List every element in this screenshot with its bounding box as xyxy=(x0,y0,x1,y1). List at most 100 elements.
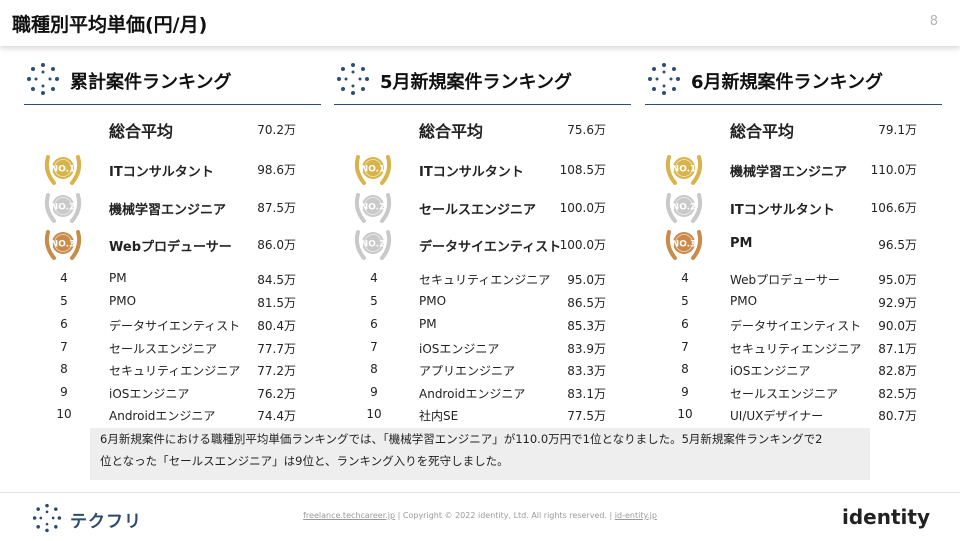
job-title: セールスエンジニア xyxy=(419,203,537,218)
job-title: セキュリティエンジニア xyxy=(109,364,241,378)
average-price: 84.5万 xyxy=(257,273,296,287)
job-title: ITコンサルタント xyxy=(419,165,524,180)
average-price: 80.4万 xyxy=(257,319,296,333)
column-header: 累計案件ランキング xyxy=(24,58,321,105)
laurel-medal-icon: NO.2 xyxy=(352,187,394,227)
rank-number: 7 xyxy=(370,340,378,354)
average-price: 100.0万 xyxy=(559,201,606,215)
column-header: 6月新規案件ランキング xyxy=(645,58,942,105)
average-price: 77.7万 xyxy=(257,342,296,356)
average-label: 総合平均 xyxy=(730,122,795,141)
svg-text:NO.2: NO.2 xyxy=(361,203,386,213)
laurel-medal-icon: NO.1 xyxy=(663,149,705,189)
average-value: 79.1万 xyxy=(878,123,917,137)
copyright-line: freelance.techcareer.jp | Copyright © 20… xyxy=(0,511,960,520)
average-price: 76.2万 xyxy=(257,387,296,401)
rank-number: 4 xyxy=(60,271,68,285)
average-price: 83.1万 xyxy=(567,387,606,401)
svg-text:NO.2: NO.2 xyxy=(361,240,386,250)
rank-number: 10 xyxy=(677,407,693,421)
svg-text:NO.2: NO.2 xyxy=(672,203,697,213)
average-price: 110.0万 xyxy=(870,163,917,177)
job-title: PMO xyxy=(730,294,758,308)
summary-note-line-2: 位となった「セールスエンジニア」は9位と、ランキング入りを死守しました。 xyxy=(100,454,509,468)
job-title: データサイエンティスト xyxy=(730,319,862,333)
dotted-circle-icon xyxy=(336,62,370,96)
job-title: PM xyxy=(109,271,127,285)
job-title: ITコンサルタント xyxy=(730,203,835,218)
job-title: データサイエンティスト xyxy=(419,240,562,255)
svg-text:NO.2: NO.2 xyxy=(51,203,76,213)
laurel-medal-icon: NO.3 xyxy=(663,224,705,264)
job-title: 機械学習エンジニア xyxy=(109,203,227,218)
rank-number: 6 xyxy=(681,317,689,331)
average-value: 75.6万 xyxy=(567,123,606,137)
average-price: 74.4万 xyxy=(257,409,296,423)
page-title: 職種別平均単価(円/月) xyxy=(12,14,208,36)
rank-number: 7 xyxy=(681,340,689,354)
laurel-medal-icon: NO.3 xyxy=(42,224,84,264)
rank-number: 8 xyxy=(681,362,689,376)
average-price: 80.7万 xyxy=(878,409,917,423)
average-label: 総合平均 xyxy=(109,122,174,141)
rank-number: 4 xyxy=(681,271,689,285)
average-price: 98.6万 xyxy=(257,163,296,177)
svg-text:NO.1: NO.1 xyxy=(51,165,76,175)
slide-header: 職種別平均単価(円/月) 8 xyxy=(0,0,960,46)
average-price: 83.3万 xyxy=(567,364,606,378)
average-price: 95.0万 xyxy=(567,273,606,287)
copyright-text: | Copyright © 2022 identity, Ltd. All ri… xyxy=(395,511,615,520)
rank-number: 6 xyxy=(370,317,378,331)
rank-number: 4 xyxy=(370,271,378,285)
job-title: ITコンサルタント xyxy=(109,165,214,180)
job-title: 機械学習エンジニア xyxy=(730,165,848,180)
rank-number: 9 xyxy=(370,385,378,399)
laurel-medal-icon: NO.1 xyxy=(42,149,84,189)
svg-text:NO.3: NO.3 xyxy=(51,240,76,250)
summary-note-line-1: 6月新規案件における職種別平均単価ランキングでは、「機械学習エンジニア」が110… xyxy=(100,432,823,446)
svg-text:NO.1: NO.1 xyxy=(361,165,386,175)
rank-number: 8 xyxy=(370,362,378,376)
job-title: iOSエンジニア xyxy=(109,387,190,401)
average-price: 87.5万 xyxy=(257,201,296,215)
average-price: 82.8万 xyxy=(878,364,917,378)
job-title: セキュリティエンジニア xyxy=(419,273,551,287)
column-title: 5月新規案件ランキング xyxy=(380,72,572,93)
job-title: Webプロデューサー xyxy=(730,273,840,287)
ranking-column-3: 6月新規案件ランキング総合平均 79.1万 NO.1 機械学習エンジニア 110.0万 N… xyxy=(645,58,945,428)
column-title: 累計案件ランキング xyxy=(70,72,232,93)
laurel-medal-icon: NO.1 xyxy=(352,149,394,189)
dotted-circle-icon xyxy=(26,62,60,96)
average-price: 86.0万 xyxy=(257,238,296,252)
job-title: iOSエンジニア xyxy=(419,342,500,356)
job-title: PM xyxy=(419,317,437,331)
average-price: 86.5万 xyxy=(567,296,606,310)
column-title: 6月新規案件ランキング xyxy=(691,72,883,93)
average-price: 87.1万 xyxy=(878,342,917,356)
rank-number: 9 xyxy=(60,385,68,399)
laurel-medal-icon: NO.2 xyxy=(663,187,705,227)
job-title: Webプロデューサー xyxy=(109,240,232,255)
rank-number: 5 xyxy=(60,294,68,308)
average-price: 85.3万 xyxy=(567,319,606,333)
rank-number: 5 xyxy=(370,294,378,308)
job-title: 社内SE xyxy=(419,409,459,423)
average-price: 90.0万 xyxy=(878,319,917,333)
average-price: 81.5万 xyxy=(257,296,296,310)
rank-number: 6 xyxy=(60,317,68,331)
rank-number: 8 xyxy=(60,362,68,376)
identity-logo: identity xyxy=(842,505,930,529)
summary-note: 6月新規案件における職種別平均単価ランキングでは、「機械学習エンジニア」が110… xyxy=(90,428,870,480)
svg-text:NO.1: NO.1 xyxy=(672,165,697,175)
laurel-medal-icon: NO.2 xyxy=(42,187,84,227)
page-number: 8 xyxy=(929,14,938,29)
rank-number: 10 xyxy=(56,407,72,421)
techcareer-link[interactable]: freelance.techcareer.jp xyxy=(303,511,395,520)
identity-link[interactable]: id-entity.jp xyxy=(615,511,657,520)
dotted-circle-icon xyxy=(647,62,681,96)
average-price: 108.5万 xyxy=(559,163,606,177)
average-price: 95.0万 xyxy=(878,273,917,287)
rank-number: 9 xyxy=(681,385,689,399)
average-price: 92.9万 xyxy=(878,296,917,310)
svg-text:NO.3: NO.3 xyxy=(672,240,697,250)
